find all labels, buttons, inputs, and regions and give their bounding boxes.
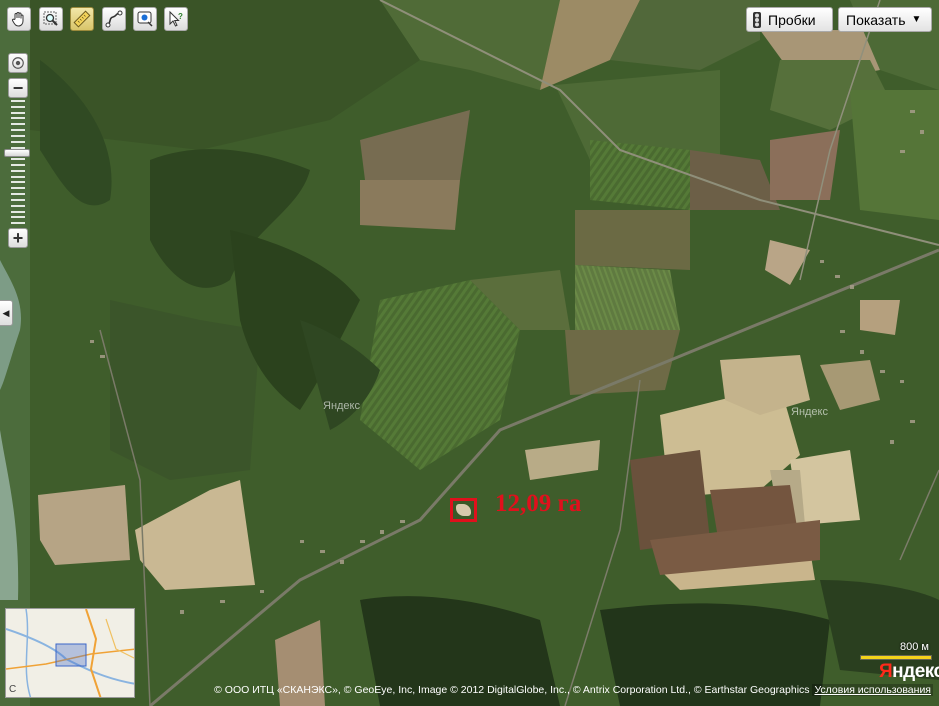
zoom-tick <box>11 117 25 120</box>
info-pointer-tool-button[interactable]: ? <box>164 7 188 31</box>
compass-icon <box>12 57 24 69</box>
copyright-bar: © ООО ИТЦ «СКАНЭКС», © GeoEye, Inc, Imag… <box>136 684 933 698</box>
zoom-in-button[interactable]: + <box>8 228 28 248</box>
traffic-label: Пробки <box>768 11 816 28</box>
zoom-tick <box>11 210 25 213</box>
chevron-down-icon: ▼ <box>911 14 922 25</box>
zoom-tick <box>11 111 25 114</box>
zoom-box-icon <box>43 11 58 26</box>
overview-minimap[interactable]: С <box>5 608 135 698</box>
route-tool-button[interactable] <box>102 7 126 31</box>
minimap-drawing <box>6 609 134 697</box>
zoom-tick <box>11 187 25 190</box>
zoom-tick <box>11 123 25 126</box>
zoom-tick <box>11 164 25 166</box>
add-marker-icon <box>137 11 153 27</box>
zoom-tick <box>11 198 25 201</box>
zoom-tick <box>11 204 25 207</box>
show-layers-dropdown[interactable]: Показать ▼ <box>838 7 932 32</box>
minimap-corner-label: С <box>9 684 17 695</box>
zoom-out-button[interactable]: − <box>8 78 28 98</box>
route-icon <box>105 10 123 28</box>
map-watermark: Яндекс <box>791 406 828 418</box>
zoom-tick <box>11 169 25 172</box>
zoom-tick <box>11 105 25 108</box>
traffic-light-icon <box>753 11 761 28</box>
zoom-slider[interactable] <box>4 100 30 228</box>
ruler-icon <box>73 10 91 28</box>
scale-label: 800 м <box>900 641 929 653</box>
zoom-tick <box>11 158 25 161</box>
zoom-box-tool-button[interactable] <box>39 7 63 31</box>
map-watermark: Яндекс <box>323 400 360 412</box>
traffic-button[interactable]: Пробки <box>746 7 833 32</box>
zoom-tick <box>11 193 25 196</box>
add-marker-tool-button[interactable] <box>133 7 157 31</box>
info-pointer-icon: ? <box>169 10 183 27</box>
terms-link[interactable]: Условия использования <box>812 684 933 696</box>
hand-icon <box>11 12 24 27</box>
zoom-tick <box>11 140 25 143</box>
satellite-imagery[interactable] <box>0 0 939 706</box>
zoom-slider-handle[interactable] <box>4 148 30 157</box>
collapse-panel-button[interactable]: ◀ <box>0 300 13 326</box>
copyright-text: © ООО ИТЦ «СКАНЭКС», © GeoEye, Inc, Imag… <box>214 684 810 696</box>
chevron-left-icon: ◀ <box>2 307 10 318</box>
compass-button[interactable] <box>8 53 28 73</box>
satellite-map[interactable]: Яндекс Яндекс 12,09 га ? Пробки Показать… <box>0 0 939 706</box>
zoom-tick <box>11 181 25 184</box>
zoom-tick <box>11 129 25 132</box>
area-label: 12,09 га <box>495 490 582 517</box>
svg-text:?: ? <box>178 12 183 21</box>
zoom-tick <box>11 134 25 137</box>
zoom-tick <box>11 175 25 178</box>
scale-bar <box>860 655 932 660</box>
land-parcel-marker[interactable] <box>450 498 477 522</box>
yandex-logo[interactable]: Яндекс <box>879 661 939 683</box>
zoom-tick <box>11 216 25 219</box>
ruler-tool-button[interactable] <box>70 7 94 31</box>
zoom-tick <box>11 100 25 102</box>
hand-tool-button[interactable] <box>7 7 31 31</box>
show-label: Показать <box>846 11 906 28</box>
zoom-tick <box>11 222 25 225</box>
